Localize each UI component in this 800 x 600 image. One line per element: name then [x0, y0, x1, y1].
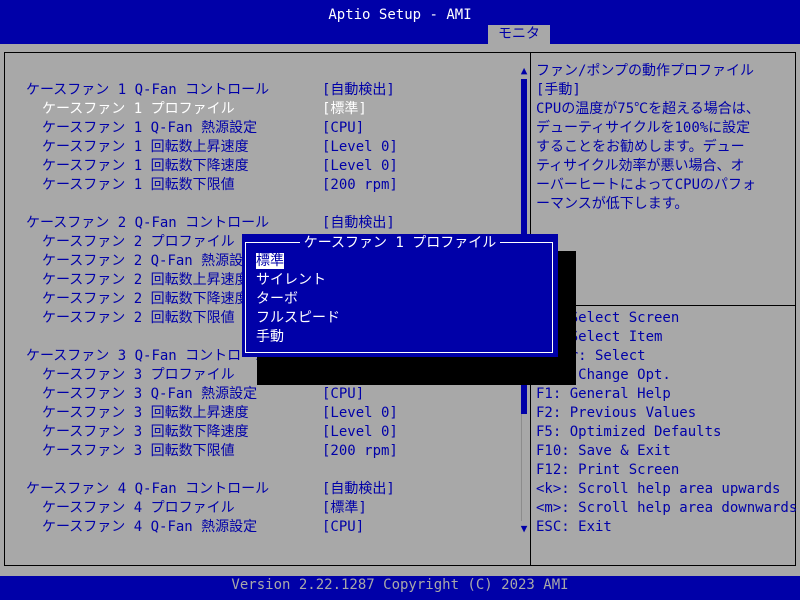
setting-value[interactable]: [Level 0] [322, 138, 398, 157]
setting-value[interactable]: [自動検出] [322, 214, 395, 233]
popup-option-label: 手動 [256, 329, 284, 345]
popup-option-label: フルスピード [256, 310, 340, 326]
setting-label: ケースファン 1 Q-Fan 熱源設定 [42, 120, 258, 136]
setting-row[interactable]: ケースファン 4 Q-Fan 熱源設定 [CPU] [0, 518, 520, 537]
setting-row[interactable]: ケースファン 3 回転数下限値 [200 rpm] [0, 442, 520, 461]
scroll-up-arrow-icon[interactable]: ▲ [519, 65, 529, 77]
setting-row[interactable]: ケースファン 2 Q-Fan コントロール [自動検出] [0, 214, 520, 233]
key-hint: <k>: Scroll help area upwards [536, 481, 781, 497]
setting-label: ケースファン 4 Q-Fan 熱源設定 [42, 519, 258, 535]
setting-row[interactable]: ケースファン 3 Q-Fan 熱源設定 [CPU] [0, 385, 520, 404]
popup-option[interactable]: 標準 [256, 252, 340, 271]
help-line: ーマンスが低下します。 [536, 196, 689, 212]
setting-label: ケースファン 2 回転数下限値 [42, 310, 235, 326]
help-line: [手動] [536, 82, 581, 98]
setting-value[interactable]: [自動検出] [322, 81, 395, 100]
help-line: ファン/ポンプの動作プロファイル [536, 63, 755, 79]
help-line: CPUの温度が75℃を超える場合は、 [536, 101, 760, 117]
help-text: ファン/ポンプの動作プロファイル [手動] CPUの温度が75℃を超える場合は、 デュ… [536, 62, 788, 214]
key-hint: F1: General Help [536, 386, 671, 402]
setting-label: ケースファン 1 回転数下限値 [42, 177, 235, 193]
version-footer: Version 2.22.1287 Copyright (C) 2023 AMI [231, 577, 569, 593]
setting-row[interactable]: ケースファン 1 プロファイル [標準] [0, 100, 520, 119]
setting-label: ケースファン 4 Q-Fan コントロール [26, 481, 270, 497]
setting-row[interactable]: ケースファン 1 回転数下限値 [200 rpm] [0, 176, 520, 195]
setting-label: ケースファン 1 Q-Fan コントロール [26, 82, 270, 98]
setting-label: ケースファン 3 回転数下降速度 [42, 424, 249, 440]
setting-label: ケースファン 3 回転数上昇速度 [42, 405, 249, 421]
profile-popup[interactable]: ケースファン 1 プロファイル 標準サイレントターボフルスピード 手動 [242, 234, 558, 357]
popup-option[interactable]: ターボ [256, 290, 340, 309]
setting-value[interactable]: [CPU] [322, 385, 364, 404]
popup-option[interactable]: サイレント [256, 271, 340, 290]
key-hint: F12: Print Screen [536, 462, 680, 478]
setting-value[interactable]: [CPU] [322, 119, 364, 138]
setting-label: ケースファン 4 プロファイル [42, 500, 235, 516]
help-line: することをお勧めします。デュー [536, 139, 745, 155]
setting-value[interactable]: [CPU] [322, 518, 364, 537]
key-hint: F5: Optimized Defaults [536, 424, 722, 440]
popup-title-text: ケースファン 1 プロファイル [299, 235, 501, 251]
help-line: デューティサイクルを100%に設定 [536, 120, 751, 136]
setting-row[interactable]: ケースファン 1 Q-Fan 熱源設定 [CPU] [0, 119, 520, 138]
setting-label: ケースファン 3 Q-Fan 熱源設定 [42, 386, 258, 402]
popup-option[interactable]: 手動 [256, 328, 340, 347]
setting-value[interactable]: [Level 0] [322, 423, 398, 442]
scroll-down-arrow-icon[interactable]: ▼ [519, 523, 529, 535]
popup-option-label: ターボ [256, 291, 298, 307]
setting-value[interactable]: [自動検出] [322, 480, 395, 499]
popup-options: 標準サイレントターボフルスピード 手動 [256, 252, 340, 347]
setting-label: ケースファン 1 プロファイル [42, 101, 235, 117]
setting-row[interactable]: ケースファン 1 Q-Fan コントロール [自動検出] [0, 81, 520, 100]
setting-value[interactable]: [標準] [322, 499, 367, 518]
setting-label: ケースファン 2 回転数下降速度 [42, 291, 249, 307]
setting-row[interactable]: ケースファン 4 Q-Fan コントロール [自動検出] [0, 480, 520, 499]
key-hint: ESC: Exit [536, 519, 612, 535]
setting-value[interactable]: [Level 0] [322, 404, 398, 423]
setting-label: ケースファン 1 回転数上昇速度 [42, 139, 249, 155]
popup-title: ケースファン 1 プロファイル [242, 234, 558, 253]
setting-label: ケースファン 1 回転数下降速度 [42, 158, 249, 174]
setting-label: ケースファン 3 Q-Fan コントロール [26, 348, 270, 364]
setting-label: ケースファン 3 プロファイル [42, 367, 235, 383]
setting-row[interactable]: ケースファン 1 回転数下降速度 [Level 0] [0, 157, 520, 176]
key-hint: F10: Save & Exit [536, 443, 671, 459]
help-line: ティサイクル効率が悪い場合、オ [536, 158, 745, 174]
setting-value[interactable]: [Level 0] [322, 157, 398, 176]
key-hint: <m>: Scroll help area downwards [536, 500, 798, 516]
popup-option-label: サイレント [256, 272, 326, 288]
setting-row[interactable]: ケースファン 3 回転数下降速度 [Level 0] [0, 423, 520, 442]
help-line: ーバーヒートによってCPUのパフォ [536, 177, 757, 193]
popup-option-label: 標準 [256, 253, 284, 269]
setting-value[interactable]: [200 rpm] [322, 442, 398, 461]
setting-label: ケースファン 2 Q-Fan コントロール [26, 215, 270, 231]
popup-option[interactable]: フルスピード [256, 309, 340, 328]
setting-row[interactable]: ケースファン 1 回転数上昇速度 [Level 0] [0, 138, 520, 157]
setting-value[interactable]: [標準] [322, 100, 367, 119]
setting-label: ケースファン 2 Q-Fan 熱源設定 [42, 253, 258, 269]
setting-row[interactable]: ケースファン 4 プロファイル [標準] [0, 499, 520, 518]
setting-label: ケースファン 3 回転数下限値 [42, 443, 235, 459]
setting-value[interactable]: [200 rpm] [322, 176, 398, 195]
key-hint: F2: Previous Values [536, 405, 697, 421]
setting-label: ケースファン 2 プロファイル [42, 234, 235, 250]
setting-label: ケースファン 2 回転数上昇速度 [42, 272, 249, 288]
setting-row[interactable]: ケースファン 3 回転数上昇速度 [Level 0] [0, 404, 520, 423]
